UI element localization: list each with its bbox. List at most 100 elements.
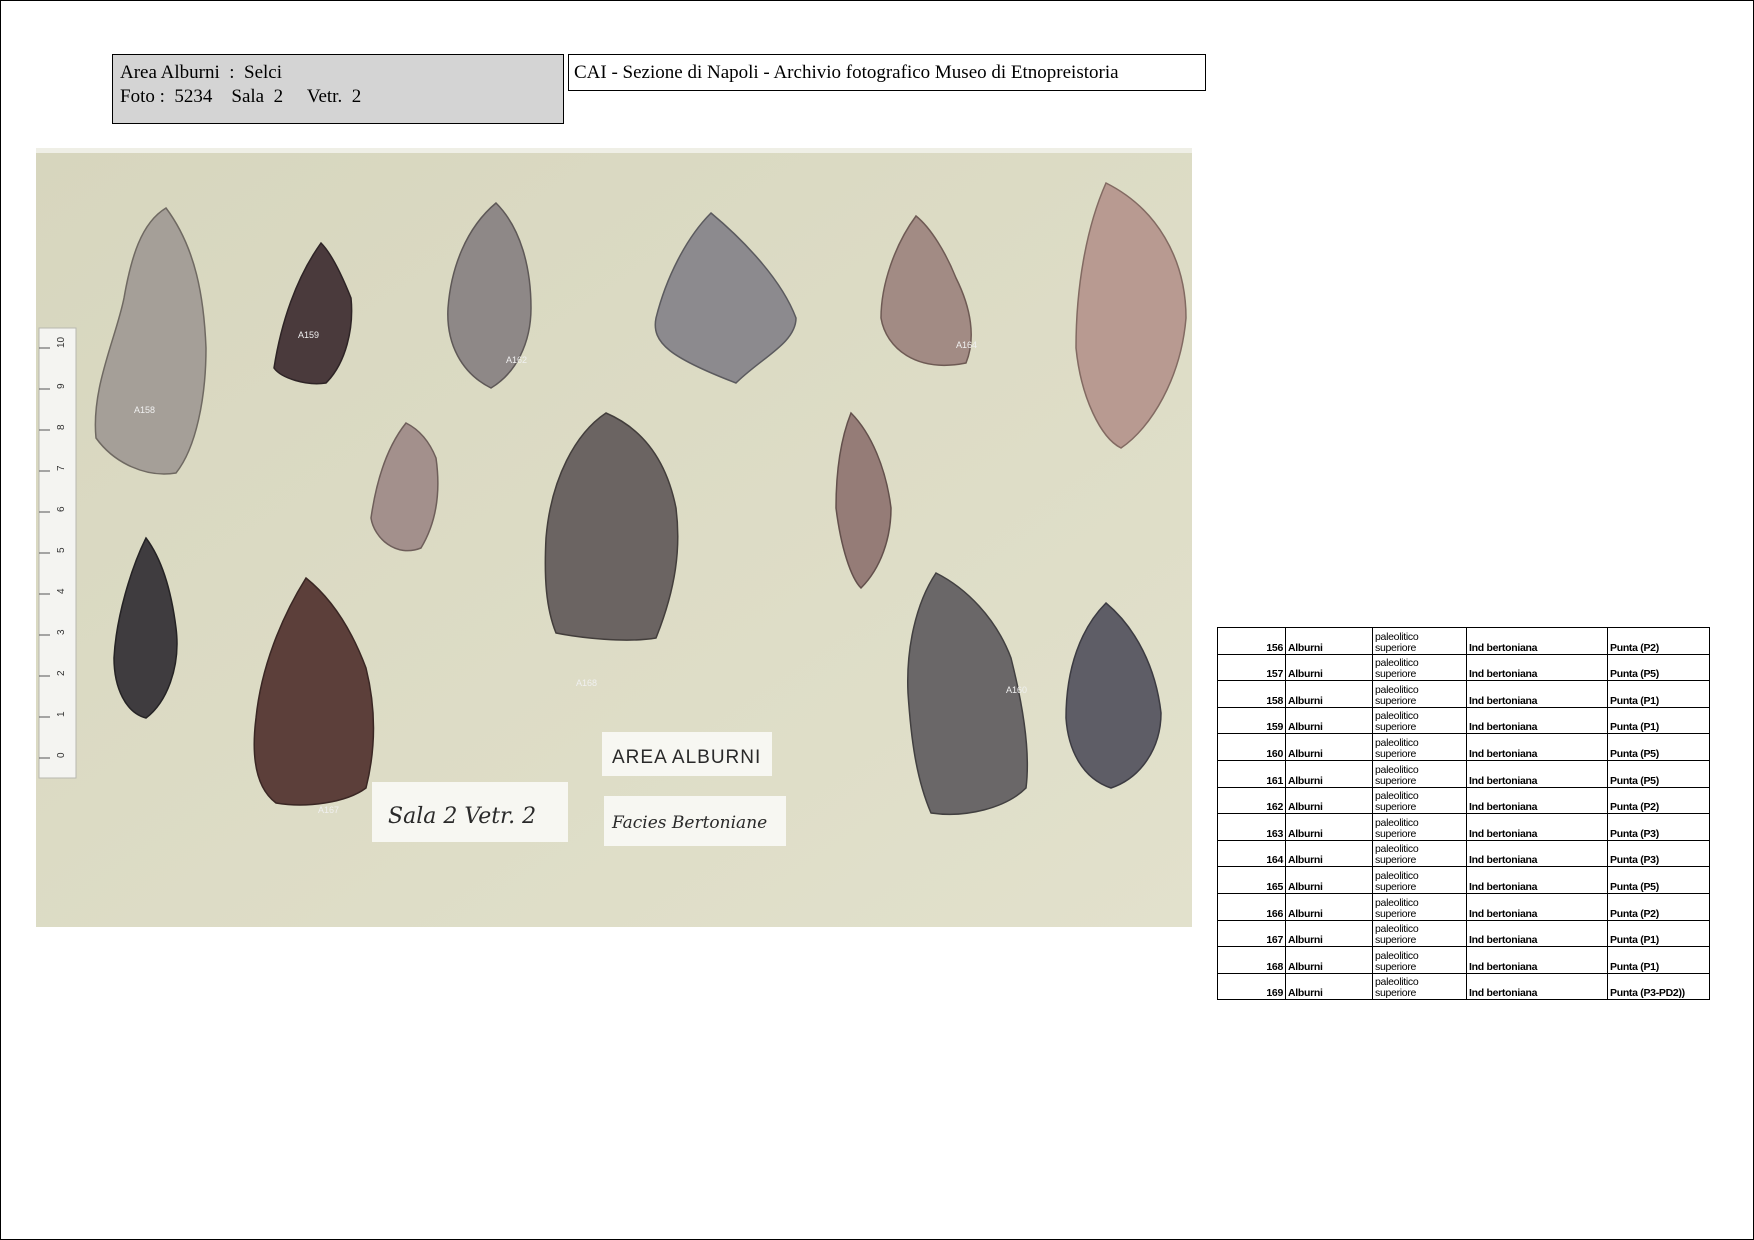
- table-row: 165 Alburni paleolitico superiore Ind berton…: [1217, 866, 1710, 894]
- catalog-period: paleolitico superiore: [1372, 919, 1467, 948]
- catalog-industry: Ind bertoniana: [1466, 839, 1608, 868]
- catalog-number: 157: [1217, 653, 1286, 682]
- scale-ruler: 0 1 2 3 4 5 6 7 8 9 10: [38, 327, 77, 779]
- catalog-period-b: superiore: [1375, 960, 1417, 973]
- catalog-period: paleolitico superiore: [1372, 839, 1467, 868]
- ruler-tick-label: 7: [56, 465, 67, 471]
- ruler-tick-label: 3: [56, 629, 67, 635]
- record-info-box: Area Alburni : Selci Foto : 5234 Sala 2 …: [112, 54, 564, 124]
- catalog-period-b: superiore: [1375, 747, 1417, 760]
- catalog-number: 167: [1217, 919, 1286, 948]
- catalog-period: paleolitico superiore: [1372, 627, 1467, 655]
- glass-edge: [36, 148, 1192, 153]
- table-row: 161 Alburni paleolitico superiore Ind berton…: [1217, 759, 1710, 788]
- area-line: Area Alburni : Selci: [120, 61, 563, 85]
- catalog-number: 162: [1217, 786, 1286, 815]
- artifact-code: A159: [298, 330, 319, 340]
- catalog-number: 166: [1217, 892, 1286, 921]
- table-row: 157 Alburni paleolitico superiore Ind berton…: [1217, 653, 1710, 682]
- ruler-tick-label: 9: [56, 383, 67, 389]
- vetr-number: 2: [351, 86, 362, 107]
- catalog-site: Alburni: [1285, 892, 1373, 921]
- catalog-period-b: superiore: [1375, 801, 1417, 814]
- sala-label: Sala: [231, 86, 265, 107]
- artifact-photo: 0 1 2 3 4 5 6 7 8 9 10 A158 A159 A162 A164 A167 A168 A16…: [36, 148, 1192, 927]
- catalog-type: Punta (P1): [1607, 946, 1710, 974]
- catalog-number: 158: [1217, 680, 1286, 708]
- catalog-site: Alburni: [1285, 839, 1373, 868]
- ruler-tick-label: 4: [56, 588, 67, 594]
- table-row: 156 Alburni paleolitico superiore Ind berton…: [1217, 627, 1710, 655]
- card-facies: Facies Bertoniane: [604, 796, 786, 846]
- catalog-site: Alburni: [1285, 813, 1373, 841]
- catalog-number: 165: [1217, 866, 1286, 894]
- catalog-period-b: superiore: [1375, 721, 1417, 734]
- artifact-code: A167: [318, 805, 339, 815]
- catalog-site: Alburni: [1285, 706, 1373, 735]
- catalog-industry: Ind bertoniana: [1466, 627, 1608, 655]
- catalog-site: Alburni: [1285, 946, 1373, 974]
- catalog-type: Punta (P5): [1607, 866, 1710, 894]
- catalog-number: 156: [1217, 627, 1286, 655]
- catalog-period: paleolitico superiore: [1372, 813, 1467, 841]
- catalog-type: Punta (P5): [1607, 653, 1710, 682]
- catalog-industry: Ind bertoniana: [1466, 733, 1608, 761]
- catalog-type: Punta (P3): [1607, 839, 1710, 868]
- catalog-site: Alburni: [1285, 919, 1373, 948]
- ruler-tick-label: 1: [56, 711, 67, 717]
- catalog-industry: Ind bertoniana: [1466, 653, 1608, 682]
- artifact-photo-drawing: 0 1 2 3 4 5 6 7 8 9 10 A158 A159 A162 A164 A167 A168 A16…: [36, 148, 1192, 927]
- catalog-site: Alburni: [1285, 786, 1373, 815]
- card-area-text: AREA ALBURNI: [612, 747, 761, 768]
- catalog-industry: Ind bertoniana: [1466, 866, 1608, 894]
- catalog-number: 161: [1217, 759, 1286, 788]
- catalog-type: Punta (P5): [1607, 733, 1710, 761]
- artifact-code: A168: [576, 678, 597, 688]
- catalog-period-b: superiore: [1375, 668, 1417, 681]
- catalog-type: Punta (P2): [1607, 892, 1710, 921]
- artifact-code: A160: [1006, 685, 1027, 695]
- ruler-tick-label: 8: [56, 424, 67, 430]
- catalog-site: Alburni: [1285, 972, 1373, 1001]
- table-row: 169 Alburni paleolitico superiore Ind berton…: [1217, 972, 1710, 1001]
- photo-line: Foto : 5234 Sala 2 Vetr. 2: [120, 85, 563, 109]
- catalog-industry: Ind bertoniana: [1466, 706, 1608, 735]
- catalog-industry: Ind bertoniana: [1466, 892, 1608, 921]
- catalog-period-b: superiore: [1375, 854, 1417, 867]
- archive-title: CAI - Sezione di Napoli - Archivio fotog…: [568, 54, 1206, 91]
- catalog-site: Alburni: [1285, 733, 1373, 761]
- catalog-period-b: superiore: [1375, 774, 1417, 787]
- ruler-tick-label: 2: [56, 670, 67, 676]
- catalog-site: Alburni: [1285, 653, 1373, 682]
- artifact-code: A162: [506, 355, 527, 365]
- catalog-period: paleolitico superiore: [1372, 759, 1467, 788]
- table-row: 159 Alburni paleolitico superiore Ind berton…: [1217, 706, 1710, 735]
- catalog-site: Alburni: [1285, 680, 1373, 708]
- table-row: 158 Alburni paleolitico superiore Ind berton…: [1217, 680, 1710, 708]
- catalog-period-b: superiore: [1375, 827, 1417, 840]
- catalog-industry: Ind bertoniana: [1466, 786, 1608, 815]
- catalog-industry: Ind bertoniana: [1466, 759, 1608, 788]
- catalog-type: Punta (P2): [1607, 627, 1710, 655]
- catalog-type: Punta (P1): [1607, 706, 1710, 735]
- catalog-period: paleolitico superiore: [1372, 733, 1467, 761]
- catalog-period-b: superiore: [1375, 934, 1417, 947]
- catalog-site: Alburni: [1285, 866, 1373, 894]
- ruler-tick-label: 5: [56, 547, 67, 553]
- foto-number: 5234: [174, 86, 213, 107]
- artifact-code: A164: [956, 340, 977, 350]
- catalog-type: Punta (P2): [1607, 786, 1710, 815]
- table-row: 168 Alburni paleolitico superiore Ind berton…: [1217, 946, 1710, 974]
- foto-label: Foto :: [120, 86, 165, 107]
- catalog-number: 160: [1217, 733, 1286, 761]
- catalog-number: 168: [1217, 946, 1286, 974]
- catalog-period-b: superiore: [1375, 987, 1417, 1000]
- table-row: 162 Alburni paleolitico superiore Ind berton…: [1217, 786, 1710, 815]
- catalog-table: 156 Alburni paleolitico superiore Ind berton…: [1217, 627, 1710, 1001]
- card-sala-text: Sala 2 Vetr. 2: [388, 804, 536, 829]
- card-facies-text: Facies Bertoniane: [611, 813, 767, 833]
- catalog-type: Punta (P5): [1607, 759, 1710, 788]
- catalog-type: Punta (P1): [1607, 919, 1710, 948]
- catalog-industry: Ind bertoniana: [1466, 946, 1608, 974]
- catalog-type: Punta (P3): [1607, 813, 1710, 841]
